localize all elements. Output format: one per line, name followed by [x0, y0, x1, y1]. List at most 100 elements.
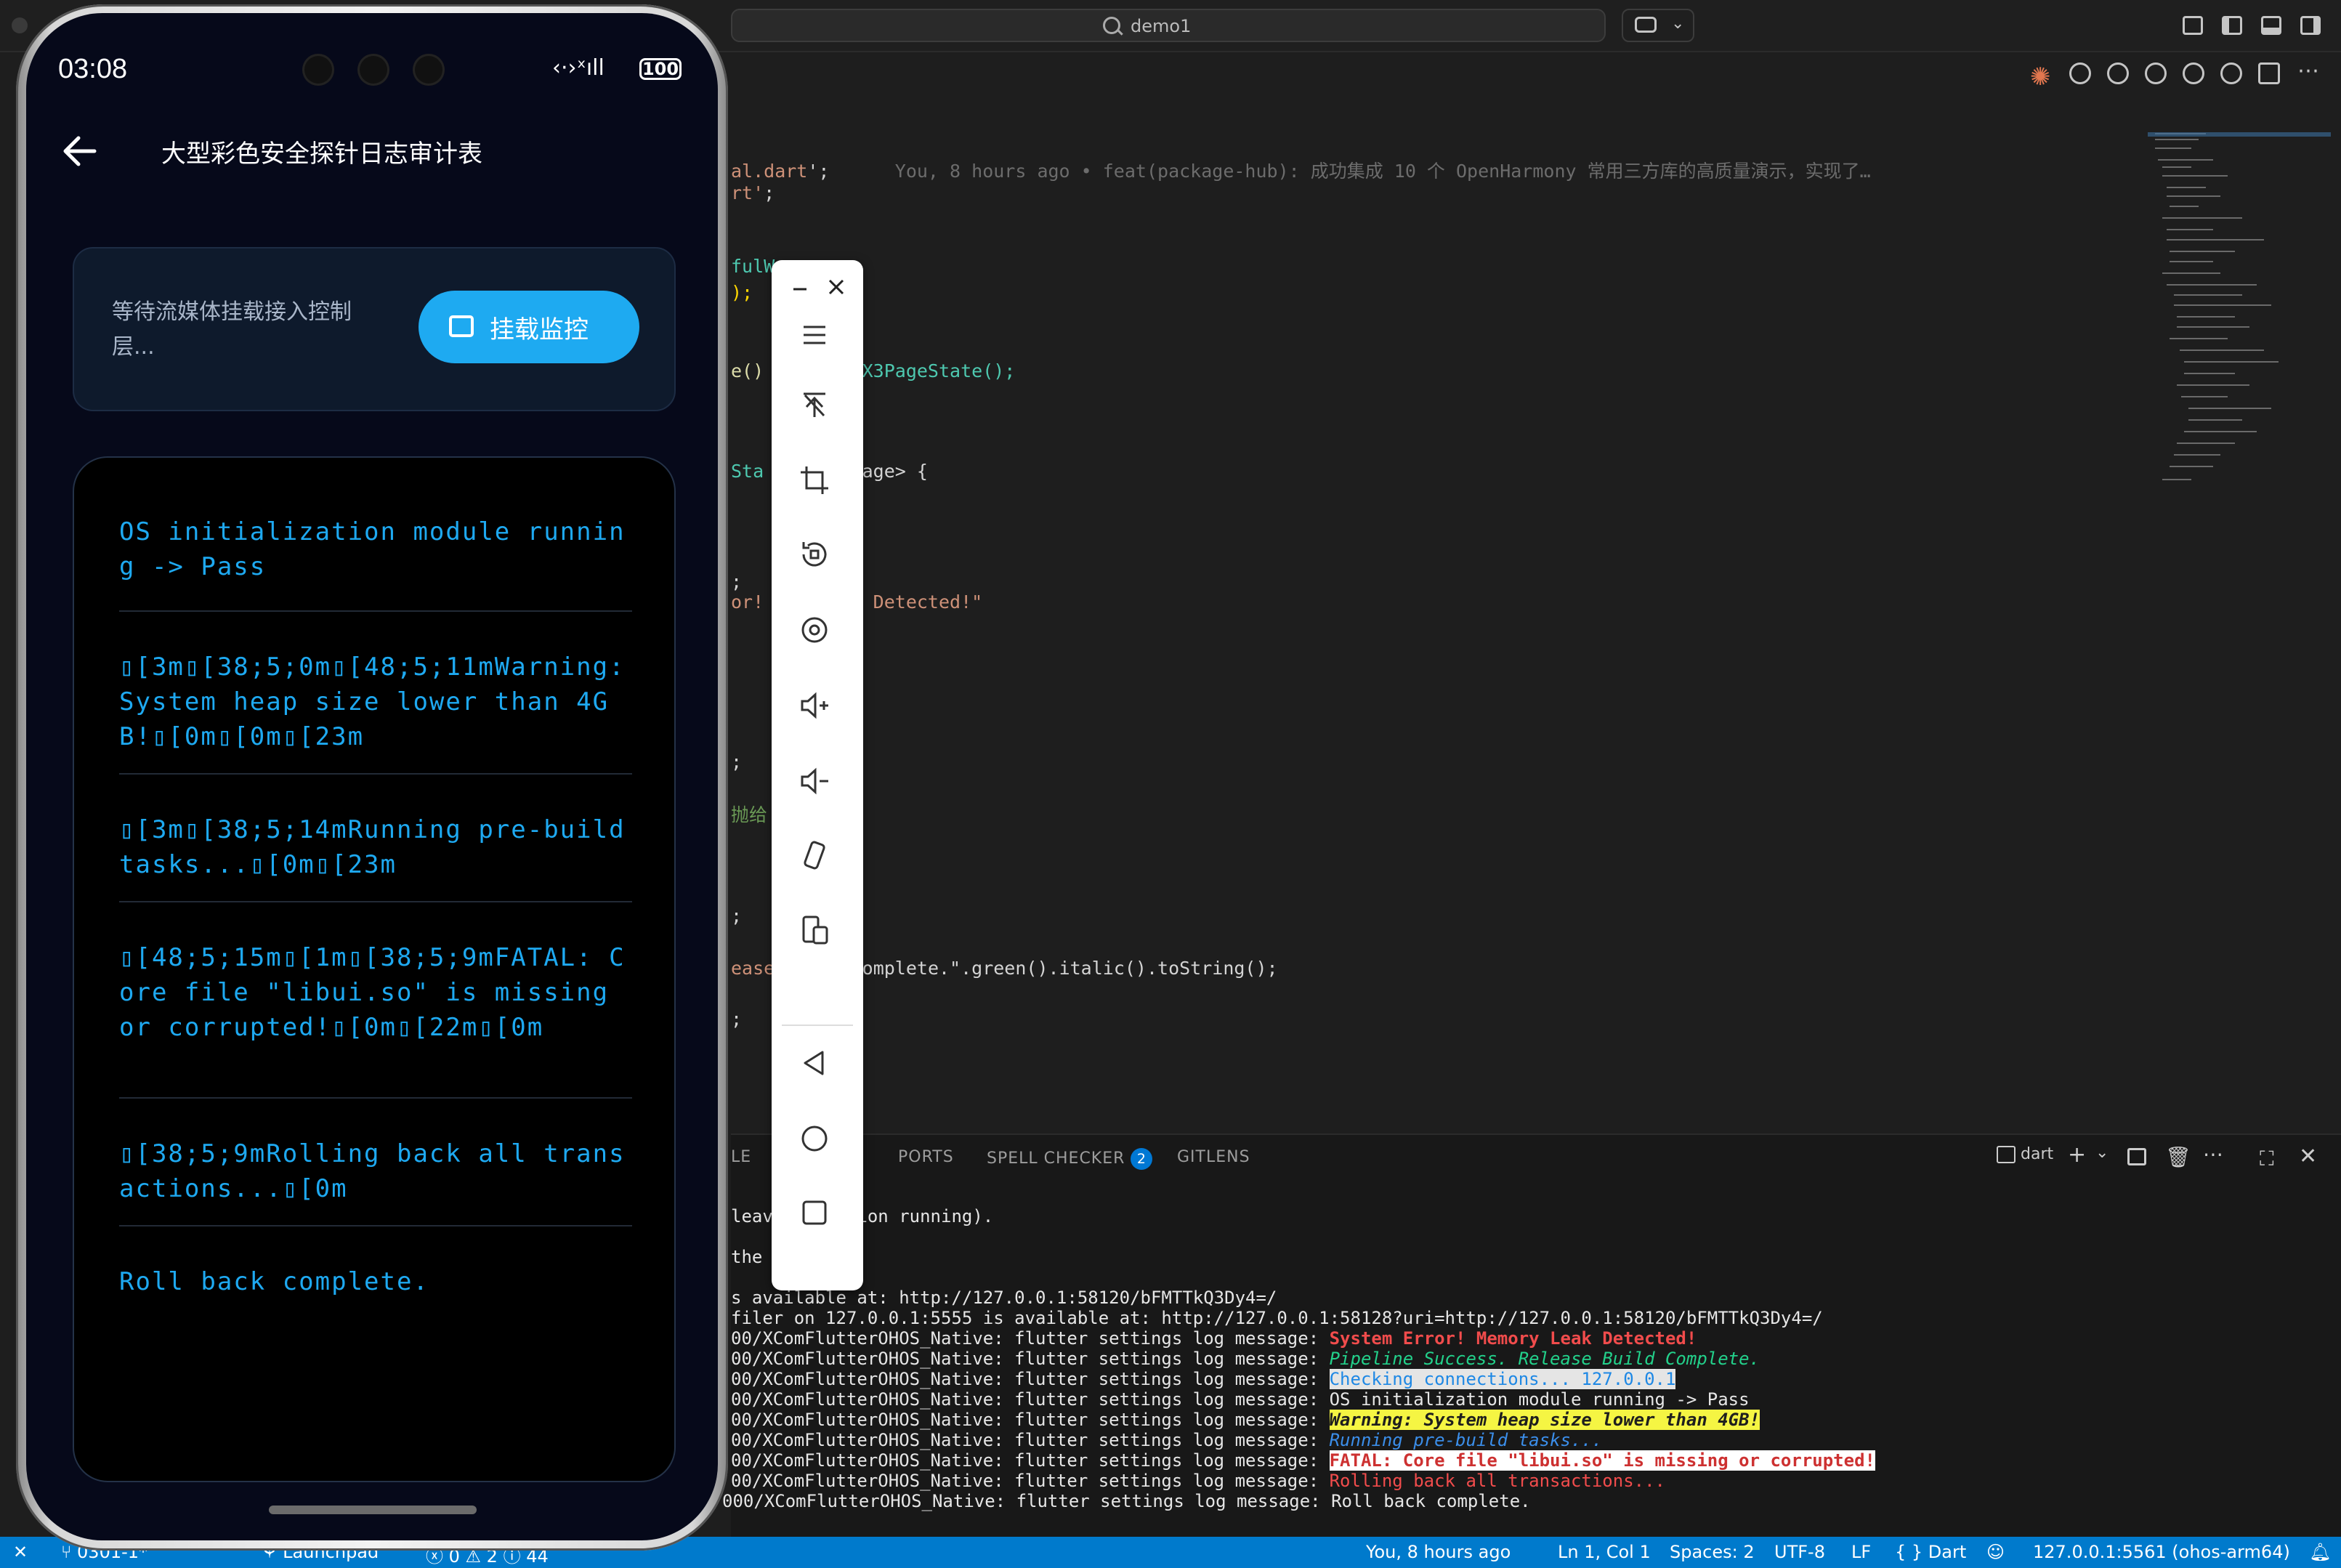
minimap[interactable]: [2148, 131, 2337, 538]
multi-device-icon[interactable]: [798, 914, 831, 947]
workspace-name: demo1: [1131, 16, 1192, 36]
git-commit-icon[interactable]: [2145, 62, 2167, 84]
minimize-icon[interactable]: [785, 270, 818, 304]
code-line: fulW: [731, 256, 775, 277]
signal-icon: ‹·›ˣıll: [552, 55, 605, 81]
nav-back-icon[interactable]: [798, 1046, 831, 1080]
camera-icon: [302, 54, 334, 86]
cast-icon: [449, 315, 474, 337]
split-editor-icon[interactable]: [2258, 62, 2280, 84]
code-line: ;: [731, 1009, 743, 1030]
kill-terminal-icon[interactable]: 🗑︎: [2165, 1145, 2191, 1169]
chevron-down-icon: ⌄: [1671, 15, 1685, 33]
code-line: );: [731, 282, 753, 303]
log-entry: ▯[3m▯[38;5;0m▯[48;5;11mWarning: System h…: [119, 652, 626, 751]
command-center-search[interactable]: demo1: [731, 9, 1606, 42]
divider: [119, 1225, 632, 1226]
search-icon: [1103, 17, 1120, 34]
code-line: al.dart'; You, 8 hours ago • feat(packag…: [731, 161, 1871, 182]
rotate-icon[interactable]: [798, 538, 831, 571]
terminal-icon: [1997, 1146, 2015, 1163]
copilot-icon[interactable]: ☺: [1986, 1542, 2005, 1562]
problem-count-badge: 2: [1131, 1148, 1153, 1170]
nav-home-icon[interactable]: [798, 1122, 831, 1155]
control-card: 等待流媒体挂载接入控制层... 挂载监控: [73, 247, 676, 411]
crop-screenshot-icon[interactable]: [798, 464, 831, 497]
terminal-name: dart: [2021, 1145, 2054, 1163]
divider: [782, 1025, 853, 1026]
code-line: rt';: [731, 182, 775, 203]
cursor-position[interactable]: Ln 1, Col 1: [1558, 1542, 1651, 1562]
tab-ports[interactable]: PORTS: [898, 1148, 954, 1166]
phone-screen: 03:08 ‹·›ˣıll 100 大型彩色安全探针日志审计表 等待流媒体挂载接…: [26, 13, 718, 1540]
divider: [119, 1097, 632, 1099]
split-terminal-icon[interactable]: [2127, 1148, 2146, 1165]
code-line: ;: [731, 751, 743, 772]
screen-record-icon[interactable]: [798, 613, 831, 647]
tab-output[interactable]: LE: [731, 1148, 751, 1166]
pin-top-icon[interactable]: [798, 388, 831, 421]
git-previous-change-icon[interactable]: [2107, 62, 2129, 84]
code-line: ;: [731, 905, 743, 926]
terminal-selector[interactable]: dart: [1997, 1145, 2053, 1163]
chevron-down-icon[interactable]: ⌄: [2095, 1144, 2108, 1162]
maximize-panel-icon[interactable]: ⛶: [2260, 1147, 2274, 1171]
chat-icon: [1635, 17, 1657, 33]
toggle-secondary-sidebar-icon[interactable]: [2300, 16, 2321, 35]
close-panel-icon[interactable]: ✕: [2299, 1144, 2317, 1169]
divider: [119, 610, 632, 612]
window-close-dot[interactable]: [12, 17, 28, 33]
control-status-text: 等待流媒体挂载接入控制层...: [112, 299, 352, 360]
code-line: ;: [731, 571, 743, 592]
back-arrow-icon[interactable]: [62, 135, 97, 167]
toggle-primary-sidebar-icon[interactable]: [2222, 16, 2242, 35]
menu-icon[interactable]: [798, 318, 831, 352]
log-entry: Roll back complete.: [119, 1267, 429, 1296]
log-entry: ▯[38;5;9mRolling back all transactions..…: [119, 1139, 626, 1203]
close-icon[interactable]: [820, 270, 853, 304]
inline-git-blame: You, 8 hours ago • feat(package-hub): 成功…: [894, 161, 1871, 182]
remote-icon[interactable]: ✕: [13, 1542, 28, 1562]
timeline-history-icon[interactable]: [2069, 62, 2091, 84]
notifications-icon[interactable]: 🔔︎: [2309, 1542, 2331, 1562]
customize-layout-icon[interactable]: [2183, 16, 2203, 35]
terminal-output[interactable]: leav ation running). the c s available a…: [722, 1206, 2293, 1533]
blame-status[interactable]: You, 8 hours ago: [1366, 1542, 1511, 1562]
new-terminal-icon[interactable]: +: [2068, 1142, 2086, 1168]
more-icon[interactable]: ⋯: [2203, 1142, 2223, 1166]
language-mode[interactable]: { } Dart: [1895, 1542, 1966, 1562]
line-ending[interactable]: LF: [1851, 1542, 1871, 1562]
divider: [119, 901, 632, 902]
log-entry: ▯[48;5;15m▯[1m▯[38;5;9mFATAL: Core file …: [119, 943, 626, 1042]
page-title: 大型彩色安全探针日志审计表: [161, 140, 482, 169]
device-selector[interactable]: 127.0.0.1:5561 (ohos-arm64): [2033, 1542, 2290, 1562]
mount-monitor-label: 挂载监控: [490, 315, 589, 344]
encoding[interactable]: UTF-8: [1774, 1542, 1825, 1562]
code-line: 抛给: [731, 804, 768, 825]
battery-icon: 100: [639, 58, 682, 80]
camera-icon: [413, 54, 445, 86]
gitlens-icon[interactable]: [2220, 62, 2242, 84]
claude-icon[interactable]: ✺: [2030, 62, 2051, 92]
home-indicator[interactable]: [269, 1506, 477, 1514]
log-entry: ▯[3m▯[38;5;14mRunning pre-build tasks...…: [119, 815, 626, 879]
emulator-toolbar: [772, 260, 863, 1290]
divider: [119, 773, 632, 775]
indentation[interactable]: Spaces: 2: [1670, 1542, 1755, 1562]
volume-up-icon[interactable]: [798, 689, 831, 722]
tab-spell-checker-label: SPELL CHECKER: [987, 1149, 1125, 1168]
shake-icon[interactable]: [798, 838, 831, 872]
code-editor[interactable]: al.dart'; You, 8 hours ago • feat(packag…: [731, 102, 2148, 1133]
log-card[interactable]: OS initialization module running -> Pass…: [73, 456, 676, 1482]
tab-spell-checker[interactable]: SPELL CHECKER 2: [987, 1148, 1153, 1170]
volume-down-icon[interactable]: [798, 764, 831, 798]
mount-monitor-button[interactable]: 挂载监控: [419, 291, 639, 363]
toggle-panel-icon[interactable]: [2261, 16, 2281, 35]
more-actions-icon[interactable]: ⋯: [2297, 58, 2319, 84]
nav-recents-icon[interactable]: [798, 1196, 831, 1229]
git-next-change-icon[interactable]: [2183, 62, 2204, 84]
log-entry: OS initialization module running -> Pass: [119, 517, 626, 581]
tab-gitlens[interactable]: GITLENS: [1177, 1148, 1250, 1166]
editor-toolbar: ✺: [731, 51, 2341, 99]
copilot-chat-button[interactable]: ⌄: [1622, 9, 1694, 42]
